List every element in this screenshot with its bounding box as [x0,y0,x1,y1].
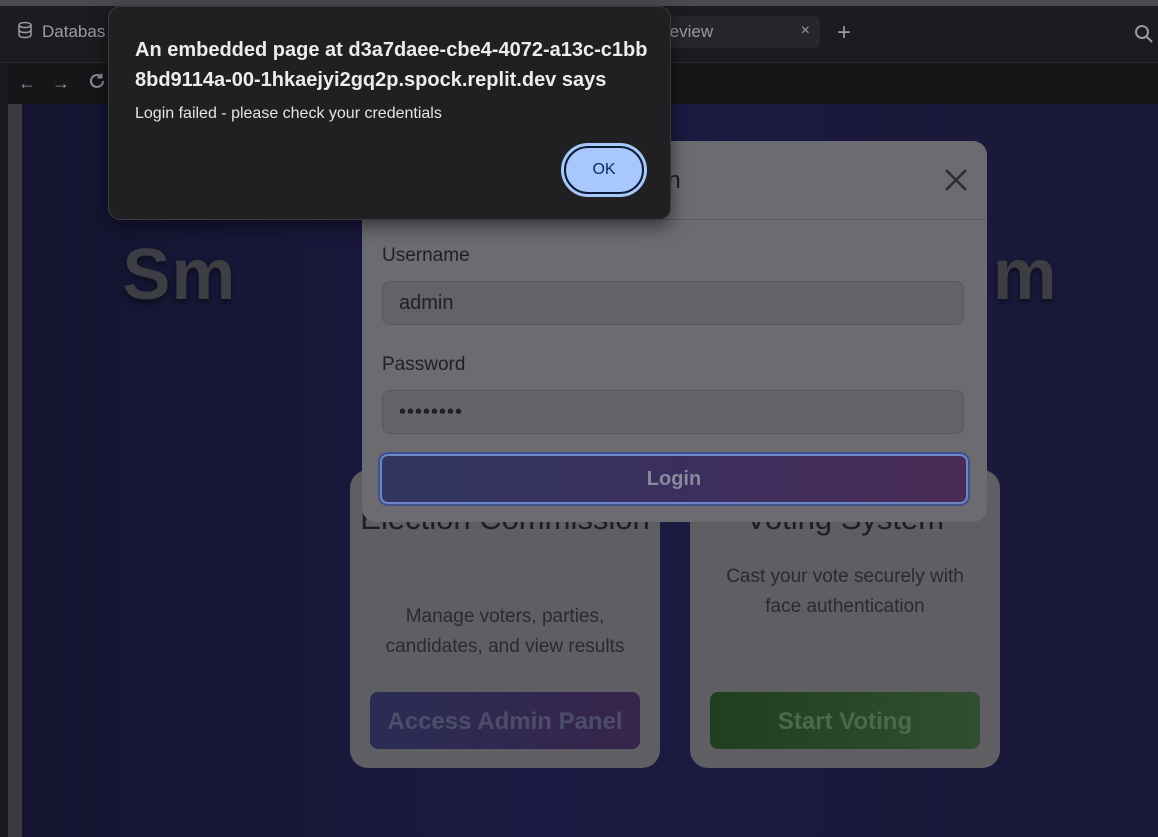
tab-database-label: Databas [42,22,106,41]
alert-title: An embedded page at d3a7daee-cbe4-4072-a… [135,39,648,91]
voter-card-description: Cast your vote securely with face authen… [726,566,964,617]
password-input[interactable] [382,390,964,434]
access-admin-panel-button[interactable]: Access Admin Panel [370,692,640,749]
alert-ok-button[interactable]: OK [564,146,644,194]
left-panel-edge [8,104,22,837]
password-label: Password [382,354,466,375]
admin-card-description: Manage voters, parties, candidates, and … [385,606,625,657]
alert-message: Login failed - please check your credent… [135,105,442,122]
close-icon[interactable] [941,165,971,195]
username-input[interactable] [382,281,964,325]
tab-preview-label: review [664,22,714,41]
database-icon [16,21,34,44]
add-tab-button[interactable]: + [832,21,856,46]
close-tab-icon[interactable]: × [801,22,810,40]
start-voting-button[interactable]: Start Voting [710,692,980,749]
back-arrow-icon[interactable]: ← [16,72,38,94]
forward-arrow-icon[interactable]: → [50,72,72,94]
browser-alert-dialog: An embedded page at d3a7daee-cbe4-4072-a… [108,6,671,220]
username-label: Username [382,245,470,266]
reload-icon[interactable] [86,72,108,94]
search-icon[interactable] [1134,24,1156,46]
login-button[interactable]: Login [380,454,968,504]
